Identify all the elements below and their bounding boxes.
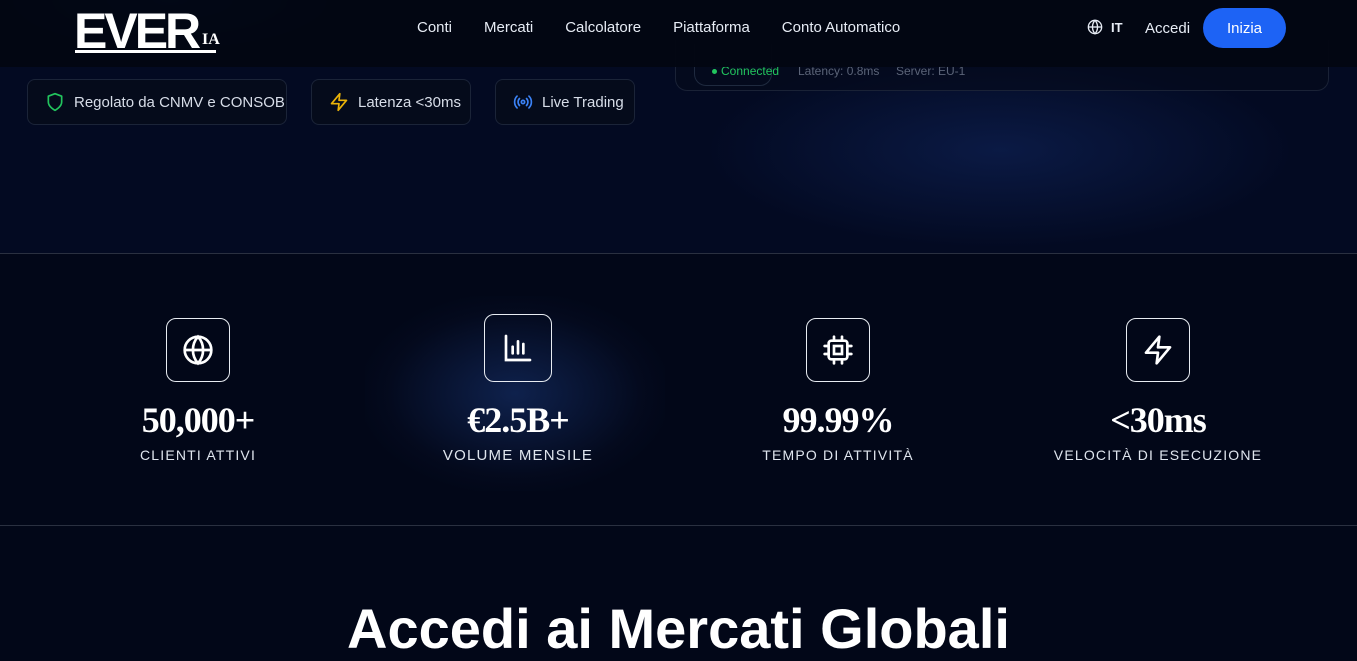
logo-wordmark: EVER (74, 4, 201, 54)
nav-item-conto-automatico[interactable]: Conto Automatico (782, 19, 900, 37)
nav-item-conti[interactable]: Conti (417, 19, 452, 37)
nav-item-piattaforma[interactable]: Piattaforma (673, 19, 750, 37)
regulated-badge: Regolato da CNMV e CONSOB (27, 79, 287, 125)
stat-value: 50,000+ (141, 400, 256, 440)
lightning-icon (1144, 335, 1172, 365)
stat-execution-speed: <30ms VELOCITÀ DI ESECUZIONE (1008, 318, 1308, 463)
stat-value: <30ms (1110, 400, 1207, 440)
stats-section: 50,000+ CLIENTI ATTIVI €2.5B+ VOLUME MEN… (0, 253, 1357, 526)
live-trading-badge: Live Trading (495, 79, 635, 125)
stat-monthly-volume: €2.5B+ VOLUME MENSILE (368, 314, 668, 464)
ever-ia-logo[interactable]: EVER IA (74, 3, 224, 59)
stat-label: VOLUME MENSILE (442, 447, 594, 464)
start-button[interactable]: Inizia (1203, 8, 1286, 48)
nav-item-mercati[interactable]: Mercati (484, 19, 533, 37)
stat-icon-box (1126, 318, 1190, 382)
live-trading-label: Live Trading (542, 93, 624, 111)
bar-chart-icon (504, 334, 532, 362)
lightning-icon (330, 92, 348, 112)
stat-uptime: 99.99% TEMPO DI ATTIVITÀ (688, 318, 988, 463)
stat-active-clients: 50,000+ CLIENTI ATTIVI (48, 318, 348, 463)
section-title: Accedi ai Mercati Globali (347, 597, 1010, 660)
language-selector[interactable]: IT (1087, 19, 1123, 35)
latency-badge: Latenza <30ms (311, 79, 471, 125)
regulated-label: Regolato da CNMV e CONSOB (74, 93, 285, 111)
broadcast-icon (513, 95, 533, 109)
logo-suffix: IA (202, 31, 220, 48)
stat-label: TEMPO DI ATTIVITÀ (762, 447, 914, 463)
nav-item-calcolatore[interactable]: Calcolatore (565, 19, 641, 37)
stat-label: CLIENTI ATTIVI (139, 447, 257, 463)
cpu-icon (823, 335, 853, 365)
globe-icon (1087, 19, 1103, 35)
stat-value: €2.5B+ (467, 400, 570, 440)
login-link[interactable]: Accedi (1145, 20, 1190, 37)
latency-label: Latenza <30ms (358, 93, 461, 111)
top-navigation-bar: EVER IA Conti Mercati Calcolatore Piatta… (0, 0, 1357, 67)
stat-value: 99.99% (782, 400, 895, 440)
shield-icon (47, 92, 63, 112)
globe-icon (183, 334, 213, 366)
stat-icon-box (166, 318, 230, 382)
stat-icon-box (484, 314, 552, 382)
language-label: IT (1111, 19, 1123, 35)
stat-icon-box (806, 318, 870, 382)
main-nav: Conti Mercati Calcolatore Piattaforma Co… (417, 19, 900, 37)
stat-label: VELOCITÀ DI ESECUZIONE (1053, 447, 1263, 463)
status-dot-icon (712, 68, 717, 74)
